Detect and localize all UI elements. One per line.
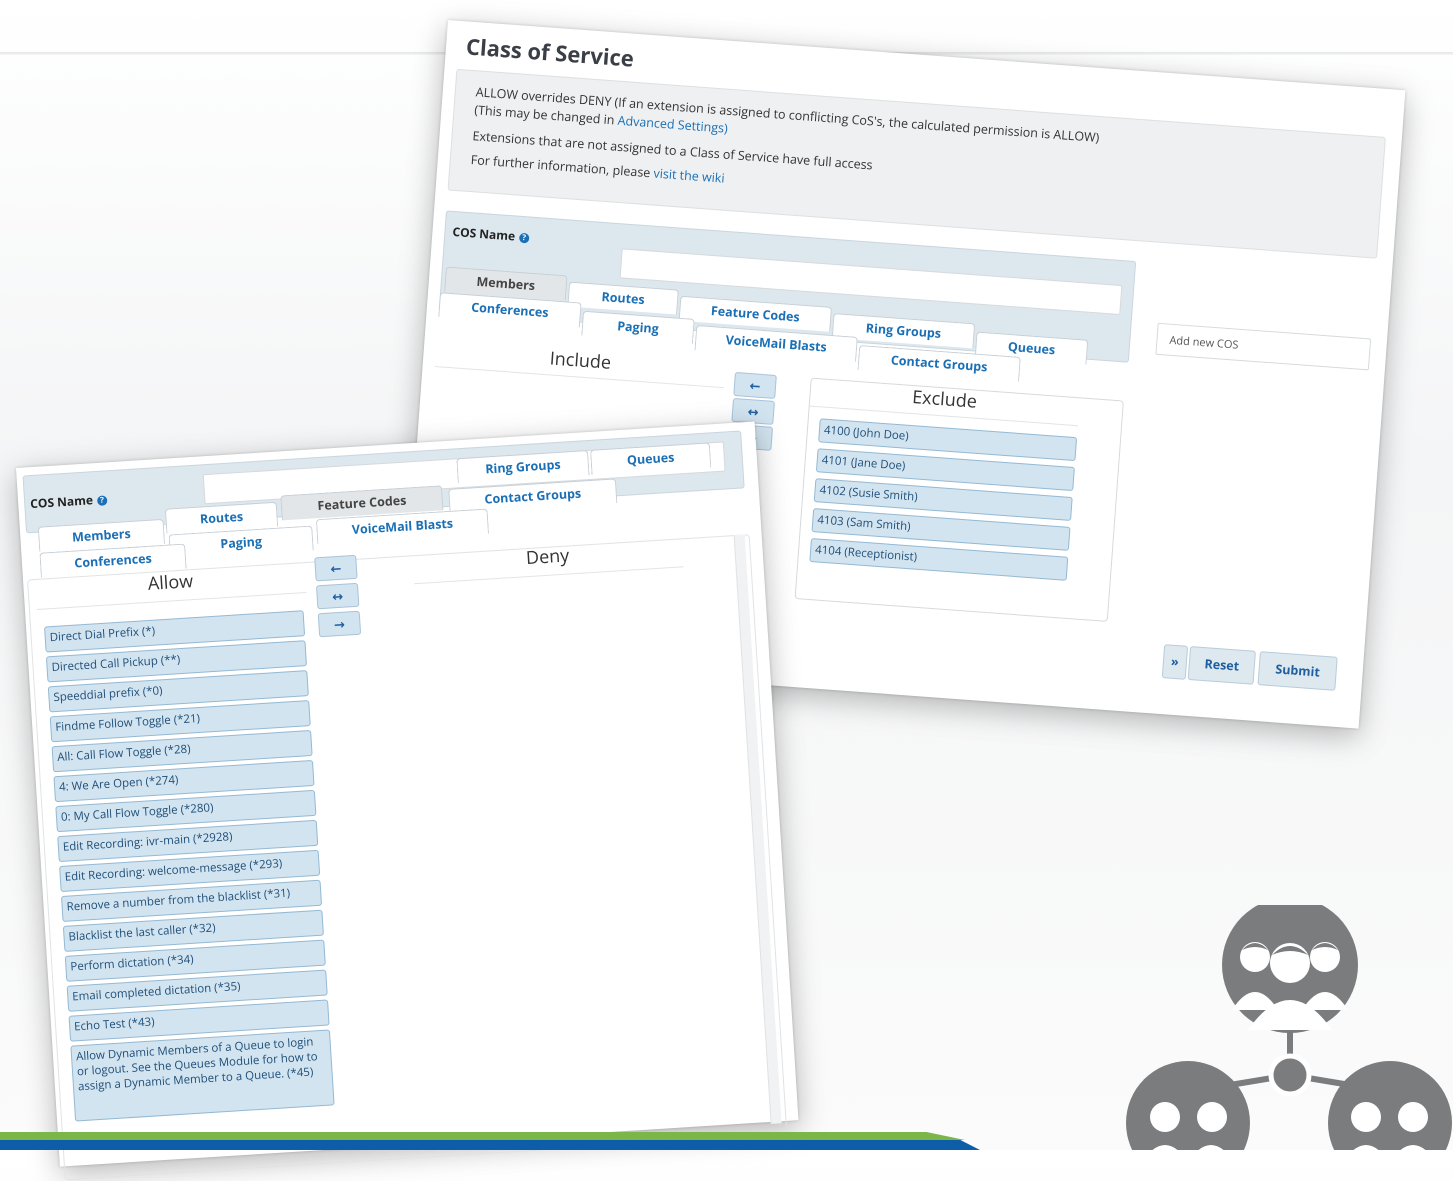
visit-wiki-link[interactable]: visit the wiki	[653, 164, 725, 186]
team-network-icon	[1126, 905, 1452, 1150]
help-icon[interactable]: ?	[518, 232, 530, 244]
move-left-button[interactable]: ←	[733, 371, 777, 399]
move-right-button[interactable]: →	[317, 610, 362, 638]
arrow-left-icon: ←	[748, 376, 762, 395]
include-heading: Include	[434, 338, 726, 389]
help-icon[interactable]: ?	[96, 495, 108, 506]
move-left-button[interactable]: ←	[314, 554, 358, 582]
arrow-right-icon: →	[333, 614, 346, 634]
submit-button[interactable]: Submit	[1257, 651, 1338, 691]
list-item[interactable]: Allow Dynamic Members of a Queue to logi…	[70, 1029, 335, 1122]
arrow-both-icon: ↔	[331, 586, 344, 606]
arrow-both-icon: ↔	[747, 402, 760, 421]
page-title: Class of Service	[465, 31, 635, 74]
class-of-service-panel-front: COS Name? Ring Groups Queues Feature Cod…	[16, 421, 799, 1181]
footer-brand-stripe	[0, 1132, 980, 1150]
collapse-button[interactable]: »	[1161, 644, 1189, 680]
swap-button[interactable]: ↔	[315, 582, 360, 610]
reset-button[interactable]: Reset	[1187, 646, 1256, 685]
add-new-cos-input[interactable]: Add new COS	[1155, 322, 1372, 371]
arrow-left-icon: ←	[329, 558, 342, 578]
